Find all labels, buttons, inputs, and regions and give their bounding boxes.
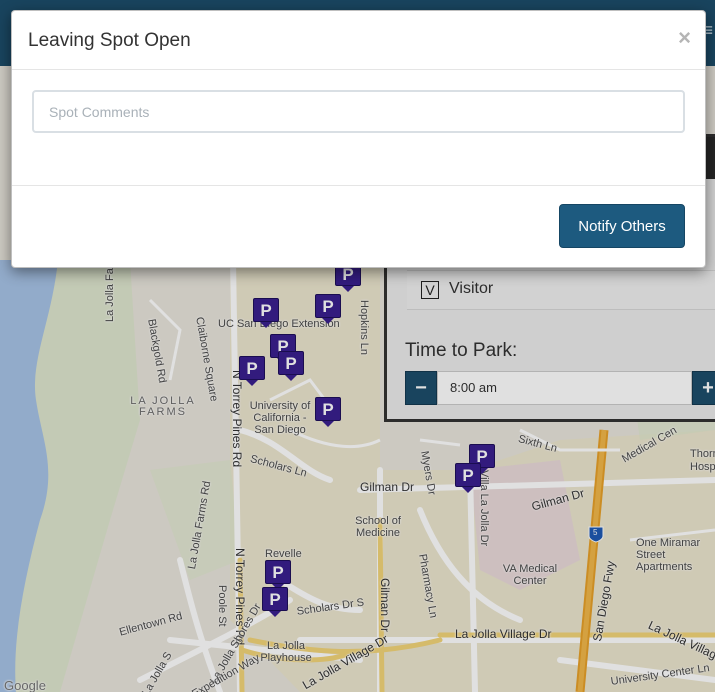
notify-others-button[interactable]: Notify Others — [559, 204, 685, 248]
leaving-spot-modal: Leaving Spot Open × Notify Others — [11, 10, 706, 268]
spot-comments-input[interactable] — [32, 90, 685, 133]
modal-title: Leaving Spot Open — [28, 30, 191, 51]
close-icon[interactable]: × — [678, 25, 691, 51]
modal-body — [12, 69, 705, 186]
modal-header: Leaving Spot Open × — [12, 11, 705, 70]
